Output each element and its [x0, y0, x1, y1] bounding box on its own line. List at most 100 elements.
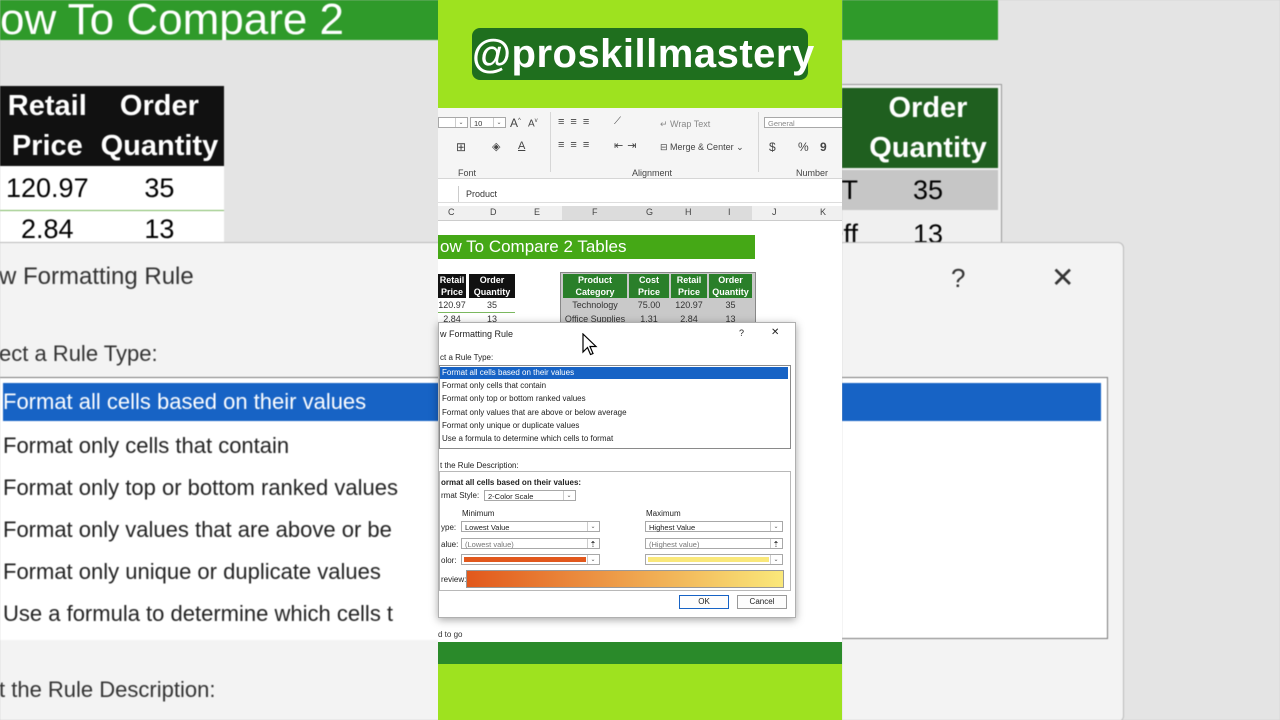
table-cell[interactable]: 35	[709, 300, 752, 310]
merge-center-button[interactable]: ⊟ Merge & Center ⌄	[660, 142, 744, 153]
column-header[interactable]: I	[728, 207, 731, 217]
preview-label: review:	[441, 575, 467, 584]
header-retail-price: Retail Price	[7, 90, 87, 162]
background-banner: ow To Compare 2	[0, 0, 440, 40]
mouse-cursor-icon	[582, 333, 598, 356]
header-retail-price: Retail Price	[671, 274, 707, 298]
background-right-panel: OrderQuantity T 35 Off 13 ? ✕	[842, 0, 1280, 720]
wrap-text-icon: ↵	[660, 119, 671, 129]
maximum-color-select[interactable]: ⌄	[645, 554, 783, 565]
help-icon: ?	[951, 263, 966, 293]
rule-type-item: Format only top or bottom ranked values	[3, 475, 398, 500]
formula-bar-value[interactable]: Product	[466, 189, 497, 199]
fill-color-icon[interactable]: ◈	[492, 140, 500, 153]
header-product-category: Product Category	[563, 274, 627, 298]
rule-type-item[interactable]: Format only top or bottom ranked values	[440, 393, 586, 405]
color-scale-preview	[466, 570, 784, 588]
header-order-quantity: Order Quantity	[709, 274, 752, 298]
font-size-select[interactable]: 10 ⌄	[470, 117, 506, 128]
font-grow-button[interactable]: A^	[510, 116, 521, 130]
column-header[interactable]: F	[592, 207, 598, 217]
table-cell[interactable]: Technology	[563, 300, 627, 310]
help-icon[interactable]: ?	[739, 328, 744, 338]
column-header[interactable]: E	[534, 207, 540, 217]
rule-type-item[interactable]: Format only cells that contain	[440, 380, 546, 392]
rule-type-label: ect a Rule Type:	[0, 341, 158, 366]
minimum-type-select[interactable]: Lowest Value ⌄	[461, 521, 600, 532]
rule-type-item[interactable]: Format all cells based on their values	[440, 367, 788, 379]
ok-button[interactable]: OK	[679, 595, 729, 609]
description-heading: ormat all cells based on their values:	[441, 478, 582, 487]
chevron-down-icon: ⌄	[770, 522, 781, 531]
rule-type-item: Format all cells based on their values	[3, 383, 439, 421]
borders-icon[interactable]: ⊞	[456, 140, 466, 154]
font-shrink-button[interactable]: Av	[528, 118, 538, 129]
dialog-title: w Formatting Rule	[440, 329, 514, 339]
format-style-select[interactable]: 2-Color Scale ⌄	[484, 490, 576, 501]
font-name-select[interactable]: ⌄	[438, 117, 468, 128]
rule-type-item: Format only unique or duplicate values	[3, 559, 381, 584]
table-cell[interactable]: 75.00	[629, 300, 669, 310]
chevron-down-icon: ⌄	[587, 555, 598, 564]
status-bar	[438, 642, 842, 664]
group-label-number: Number	[796, 168, 829, 178]
background-dialog: w Formatting Rule ect a Rule Type: Forma…	[0, 242, 440, 720]
merge-icon: ⊟	[660, 142, 671, 152]
header-retail-price: Retail Price	[438, 274, 466, 298]
column-header[interactable]: G	[646, 207, 653, 217]
vertical-align-icons[interactable]: ≡≡≡	[558, 116, 595, 128]
rule-type-item[interactable]: Format only values that are above or bel…	[440, 407, 627, 419]
table-cell[interactable]: 120.97	[671, 300, 707, 310]
column-header[interactable]: K	[820, 207, 826, 217]
type-label: ype:	[441, 523, 457, 532]
new-formatting-rule-dialog: w Formatting Rule ? ✕ ct a Rule Type: Fo…	[438, 322, 796, 618]
rule-type-item: Format only cells that contain	[3, 433, 290, 458]
currency-button[interactable]: $	[769, 140, 776, 154]
formula-bar[interactable]: Product	[438, 186, 842, 203]
channel-watermark: @proskillmastery	[472, 28, 814, 80]
format-style-label: rmat Style:	[441, 491, 480, 500]
percent-button[interactable]: %	[798, 140, 809, 154]
minimum-color-swatch	[464, 557, 586, 562]
range-picker-icon: ⇡	[770, 539, 781, 549]
minimum-color-select[interactable]: ⌄	[461, 554, 600, 565]
column-header[interactable]: J	[772, 207, 777, 217]
column-header[interactable]: D	[490, 207, 497, 217]
chevron-down-icon: ⌄	[563, 491, 574, 500]
maximum-value-input[interactable]: (Highest value) ⇡	[645, 538, 783, 549]
background-dialog-right: ? ✕	[842, 242, 1124, 720]
chevron-down-icon: ⌄	[770, 555, 781, 564]
wrap-text-button[interactable]: ↵ Wrap Text	[660, 119, 710, 130]
font-color-button[interactable]: A	[518, 140, 525, 152]
column-header[interactable]: C	[448, 207, 455, 217]
status-text: d to go	[438, 630, 463, 639]
table-cell[interactable]: 120.97	[438, 300, 466, 310]
group-label-alignment: Alignment	[632, 168, 673, 178]
maximum-heading: Maximum	[646, 509, 681, 518]
rule-type-item[interactable]: Format only unique or duplicate values	[440, 420, 579, 432]
number-format-select[interactable]: General	[764, 117, 842, 128]
range-picker-icon: ⇡	[587, 539, 598, 549]
indent-icons[interactable]: ⇤⇥	[614, 139, 640, 152]
table-cell: 35	[144, 173, 175, 203]
horizontal-align-icons[interactable]: ≡≡≡	[558, 139, 595, 151]
column-header[interactable]: H	[685, 207, 692, 217]
minimum-value-input[interactable]: (Lowest value) ⇡	[461, 538, 600, 549]
rule-description-label: t the Rule Description:	[440, 461, 519, 470]
maximum-color-swatch	[648, 557, 769, 562]
background-left-panel: ow To Compare 2 Retail Price Order Quantit…	[0, 0, 440, 720]
cancel-button[interactable]: Cancel	[737, 595, 787, 609]
chevron-down-icon: ⌄	[587, 522, 598, 531]
comma-style-button[interactable]: 9	[820, 140, 827, 154]
table-cell: Off	[842, 219, 858, 244]
rule-type-list: Format all cells based on their values F…	[439, 365, 791, 449]
table-cell[interactable]: 35	[469, 300, 515, 310]
minimum-heading: Minimum	[462, 509, 495, 518]
rule-description-panel: ormat all cells based on their values: r…	[439, 471, 791, 591]
orientation-icon[interactable]: ⟋	[614, 116, 621, 127]
group-label-font: Font	[458, 168, 477, 178]
maximum-type-select[interactable]: Highest Value ⌄	[645, 521, 783, 532]
close-icon[interactable]: ✕	[771, 327, 779, 338]
rule-type-item[interactable]: Use a formula to determine which cells t…	[440, 433, 613, 445]
table-cell: T	[842, 170, 858, 210]
